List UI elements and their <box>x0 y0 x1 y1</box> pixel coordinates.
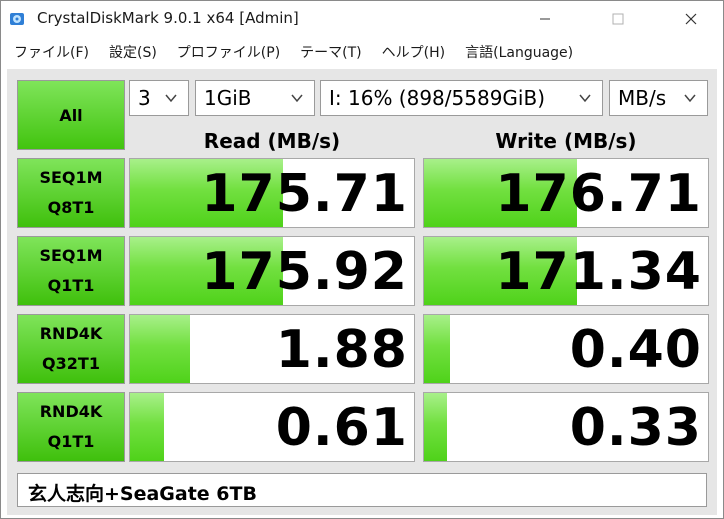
seq1m-q8t1-button[interactable]: SEQ1M Q8T1 <box>17 158 125 228</box>
write-value: 176.71 <box>495 164 702 224</box>
chevron-down-icon <box>291 94 303 103</box>
drive-select[interactable]: I: 16% (898/5589GiB) <box>320 80 603 116</box>
test-count-select[interactable]: 3 <box>129 80 189 116</box>
all-button[interactable]: All <box>17 80 125 150</box>
read-progress-bar <box>130 393 165 461</box>
maximize-button[interactable] <box>588 1 648 37</box>
test-params: Q8T1 <box>47 198 95 217</box>
drive-value: I: 16% (898/5589GiB) <box>329 86 545 110</box>
write-value: 0.33 <box>569 398 702 458</box>
window-title: CrystalDiskMark 9.0.1 x64 [Admin] <box>37 9 299 27</box>
read-column-header: Read (MB/s) <box>203 129 341 153</box>
write-progress-bar <box>424 393 447 461</box>
rnd4k-q32t1-write-result: 0.40 <box>423 314 709 384</box>
seq1m-q8t1-read-result: 175.71 <box>129 158 415 228</box>
menu-theme[interactable]: テーマ(T) <box>300 42 361 62</box>
test-params: Q32T1 <box>42 354 100 373</box>
read-progress-bar <box>130 315 190 383</box>
test-name: RND4K <box>39 324 103 343</box>
write-value: 0.40 <box>569 320 702 380</box>
comment-field[interactable]: 玄人志向+SeaGate 6TB <box>17 473 707 507</box>
seq1m-q1t1-button[interactable]: SEQ1M Q1T1 <box>17 236 125 306</box>
write-value: 171.34 <box>495 242 702 302</box>
test-name: SEQ1M <box>39 246 103 265</box>
read-value: 0.61 <box>275 398 408 458</box>
maximize-icon <box>612 13 624 25</box>
app-window: CrystalDiskMark 9.0.1 x64 [Admin] ファイル(F… <box>0 0 724 519</box>
close-button[interactable] <box>661 1 721 37</box>
menu-language[interactable]: 言語(Language) <box>465 42 573 62</box>
crystaldiskmark-app-icon <box>10 13 24 25</box>
write-progress-bar <box>424 315 450 383</box>
test-name: RND4K <box>39 402 103 421</box>
read-value: 175.71 <box>201 164 408 224</box>
menu-settings[interactable]: 設定(S) <box>109 42 157 62</box>
read-value: 1.88 <box>275 320 408 380</box>
test-params: Q1T1 <box>47 432 95 451</box>
rnd4k-q32t1-button[interactable]: RND4K Q32T1 <box>17 314 125 384</box>
seq1m-q8t1-write-result: 176.71 <box>423 158 709 228</box>
unit-value: MB/s <box>618 86 667 110</box>
test-size-value: 1GiB <box>204 86 252 110</box>
test-params: Q1T1 <box>47 276 95 295</box>
menu-bar: ファイル(F) 設定(S) プロファイル(P) テーマ(T) ヘルプ(H) 言語… <box>1 37 723 67</box>
seq1m-q1t1-read-result: 175.92 <box>129 236 415 306</box>
rnd4k-q1t1-button[interactable]: RND4K Q1T1 <box>17 392 125 462</box>
minimize-icon <box>540 18 550 20</box>
test-count-value: 3 <box>138 86 151 110</box>
rnd4k-q1t1-read-result: 0.61 <box>129 392 415 462</box>
seq1m-q1t1-write-result: 171.34 <box>423 236 709 306</box>
minimize-button[interactable] <box>515 1 575 37</box>
write-column-header: Write (MB/s) <box>495 129 637 153</box>
menu-help[interactable]: ヘルプ(H) <box>382 42 445 62</box>
title-bar[interactable]: CrystalDiskMark 9.0.1 x64 [Admin] <box>1 1 723 37</box>
menu-profile[interactable]: プロファイル(P) <box>177 42 280 62</box>
test-size-select[interactable]: 1GiB <box>195 80 315 116</box>
chevron-down-icon <box>684 94 696 103</box>
chevron-down-icon <box>579 94 591 103</box>
unit-select[interactable]: MB/s <box>609 80 708 116</box>
read-value: 175.92 <box>201 242 408 302</box>
menu-file[interactable]: ファイル(F) <box>14 42 89 62</box>
rnd4k-q1t1-write-result: 0.33 <box>423 392 709 462</box>
chevron-down-icon <box>165 94 177 103</box>
test-name: SEQ1M <box>39 168 103 187</box>
benchmark-panel: All 3 1GiB I: 16% (898/5589GiB) MB/s Rea… <box>7 69 717 515</box>
close-icon <box>685 13 697 25</box>
rnd4k-q32t1-read-result: 1.88 <box>129 314 415 384</box>
